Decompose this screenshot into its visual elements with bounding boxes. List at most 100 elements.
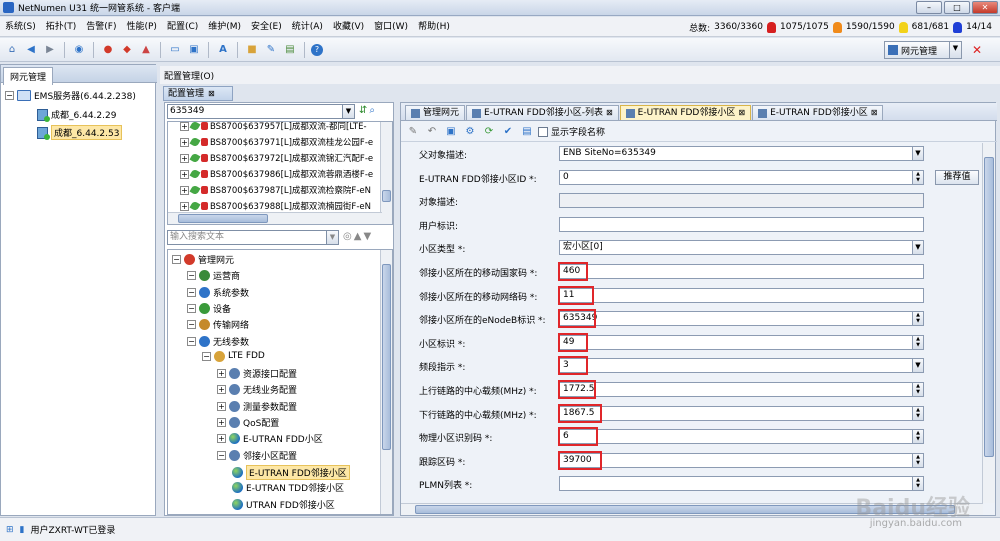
close-icon[interactable]: ⊠ [738, 106, 745, 120]
field-input[interactable]: 宏小区[0] ▼ [559, 240, 924, 256]
export-icon[interactable]: ▤ [519, 124, 535, 140]
menu-item[interactable]: 安全(E) [246, 17, 287, 37]
expand-icon[interactable]: + [180, 137, 189, 147]
expand-icon[interactable]: + [217, 434, 226, 444]
tab-detail-3[interactable]: E-UTRAN FDD邻接小区 ⊠ [752, 105, 884, 120]
close-button[interactable]: ✕ [972, 1, 998, 14]
ne-search-combo[interactable]: 635349 ▼ [167, 104, 355, 119]
field-input[interactable] [559, 216, 924, 232]
list-item[interactable]: + BS8700$637987[L]成都双流检察院F-eN [180, 182, 371, 198]
ne-node-2[interactable]: 成都_6.44.2.53 [37, 125, 123, 140]
expand-icon[interactable]: + [180, 122, 189, 131]
expand-icon[interactable]: − [187, 320, 196, 330]
chevron-down-icon[interactable]: ▼ [912, 241, 923, 255]
expand-icon[interactable]: − [187, 303, 196, 313]
tree-node[interactable]: + 资源接口配置 [217, 367, 297, 380]
form-scrollbar[interactable] [982, 143, 995, 503]
monitor-icon[interactable]: ▣ [186, 42, 202, 58]
field-input[interactable]: 11 [559, 287, 924, 303]
save-icon[interactable]: ▣ [443, 124, 459, 140]
maximize-button[interactable]: □ [944, 1, 970, 14]
up-arrow-icon[interactable]: ▲ [354, 231, 362, 242]
expand-icon[interactable]: − [187, 336, 196, 346]
menu-item[interactable]: 帮助(H) [413, 17, 455, 37]
menu-item[interactable]: 统计(A) [287, 17, 328, 37]
tree-node[interactable]: − 系统参数 [187, 286, 249, 299]
spinner-icon[interactable]: ▲ ▼ [912, 477, 923, 491]
report-icon[interactable]: ▤ [282, 42, 298, 58]
scroll-thumb[interactable] [382, 264, 391, 450]
spinner-icon[interactable]: ▲ ▼ [912, 453, 923, 467]
expand-icon[interactable]: + [217, 418, 226, 427]
tree-node[interactable]: UTRAN FDD邻接小区 [232, 498, 335, 511]
menu-item[interactable]: 收藏(V) [328, 17, 369, 37]
expand-icon[interactable]: − [187, 271, 196, 281]
spinner-icon[interactable]: ▲ ▼ [912, 383, 923, 396]
forward-icon[interactable]: ▶ [42, 42, 58, 58]
font-icon[interactable]: A [215, 42, 231, 58]
menu-item[interactable]: 拓扑(T) [41, 17, 82, 37]
expand-icon[interactable]: + [180, 153, 189, 163]
recommend-value-button[interactable]: 推荐值 [935, 169, 979, 185]
expand-icon[interactable]: − [172, 255, 181, 264]
field-input[interactable]: 1772.5 ▲ ▼ [559, 382, 924, 397]
field-input[interactable]: 635349 ▲ ▼ [559, 311, 924, 327]
config-icon[interactable]: ⚙ [462, 124, 478, 140]
scroll-thumb[interactable] [178, 214, 268, 223]
window-icon[interactable]: ▭ [167, 42, 183, 58]
config-tree-scrollbar[interactable] [380, 250, 392, 514]
spinner-icon[interactable]: ▲ ▼ [912, 430, 923, 444]
collapse-icon[interactable]: − [5, 91, 14, 100]
refresh-icon[interactable]: ⟳ [481, 124, 497, 140]
alarm-icon[interactable]: ● [100, 42, 116, 58]
close-icon[interactable]: ⊠ [208, 89, 215, 98]
chevron-down-icon[interactable]: ▼ [912, 147, 923, 160]
tree-node[interactable]: − 设备 [187, 302, 231, 315]
field-input[interactable]: 3 ▼ [559, 358, 924, 374]
expand-icon[interactable]: + [180, 169, 189, 179]
down-arrow-icon[interactable]: ▼ [363, 231, 371, 242]
tree-node[interactable]: − 无线参数 [187, 335, 249, 348]
tab-ne-management[interactable]: 网元管理 [3, 67, 54, 85]
menu-item[interactable]: 维护(M) [203, 17, 246, 37]
warning-count[interactable]: 14/14 [966, 22, 992, 32]
edit-icon[interactable]: ✎ [263, 42, 279, 58]
alarm-history-icon[interactable]: ◆ [119, 42, 135, 58]
chevron-down-icon[interactable]: ▼ [326, 231, 338, 244]
minimize-button[interactable]: – [916, 1, 942, 14]
menu-item[interactable]: 性能(P) [121, 17, 161, 37]
tree-node[interactable]: + QoS配置 [217, 416, 279, 429]
field-input[interactable]: 49 ▲ ▼ [559, 334, 924, 350]
menu-item[interactable]: 系统(S) [0, 17, 41, 37]
apply-icon[interactable]: ✔ [500, 124, 516, 140]
scroll-thumb[interactable] [984, 157, 994, 457]
chevron-down-icon[interactable]: ▼ [949, 42, 961, 58]
menu-item[interactable]: 告警(F) [81, 17, 121, 37]
expand-icon[interactable]: − [217, 450, 226, 460]
ne-node-1[interactable]: 成都_6.44.2.29 [37, 108, 116, 122]
chevron-down-icon[interactable]: ▼ [912, 359, 923, 373]
alarm-filter-icon[interactable]: ▲ [138, 42, 154, 58]
field-input[interactable]: 0 ▲ ▼ [559, 169, 924, 185]
major-count[interactable]: 1590/1590 [846, 22, 895, 32]
tree-node[interactable]: − 邻接小区配置 [217, 449, 297, 462]
list-item[interactable]: + BS8700$637986[L]成都双流蓉鼎酒楼F-e [180, 166, 373, 182]
close-icon[interactable]: ⊠ [871, 106, 878, 120]
expand-icon[interactable]: + [217, 369, 226, 379]
close-perspective-icon[interactable]: ✕ [972, 43, 986, 57]
field-input[interactable]: ENB SiteNo=635349 ▼ [559, 146, 924, 161]
expand-icon[interactable]: + [217, 385, 226, 395]
minor-count[interactable]: 681/681 [912, 22, 949, 32]
tree-node[interactable]: UTRAN TDD邻接小区 [232, 514, 335, 515]
help-icon[interactable]: ? [311, 43, 323, 56]
field-input[interactable] [559, 193, 924, 209]
globe-icon[interactable]: ◉ [71, 42, 87, 58]
tree-node[interactable]: + E-UTRAN FDD小区 [217, 432, 323, 445]
tab-detail-0[interactable]: 管理网元 [405, 105, 466, 120]
field-input[interactable]: 6 ▲ ▼ [559, 429, 924, 445]
chevron-down-icon[interactable]: ▼ [342, 105, 354, 118]
spinner-icon[interactable]: ▲ ▼ [912, 312, 923, 326]
tree-node[interactable]: − LTE FDD [202, 350, 265, 362]
back-icon[interactable]: ◀ [23, 42, 39, 58]
tree-node[interactable]: + 测量参数配置 [217, 400, 297, 413]
